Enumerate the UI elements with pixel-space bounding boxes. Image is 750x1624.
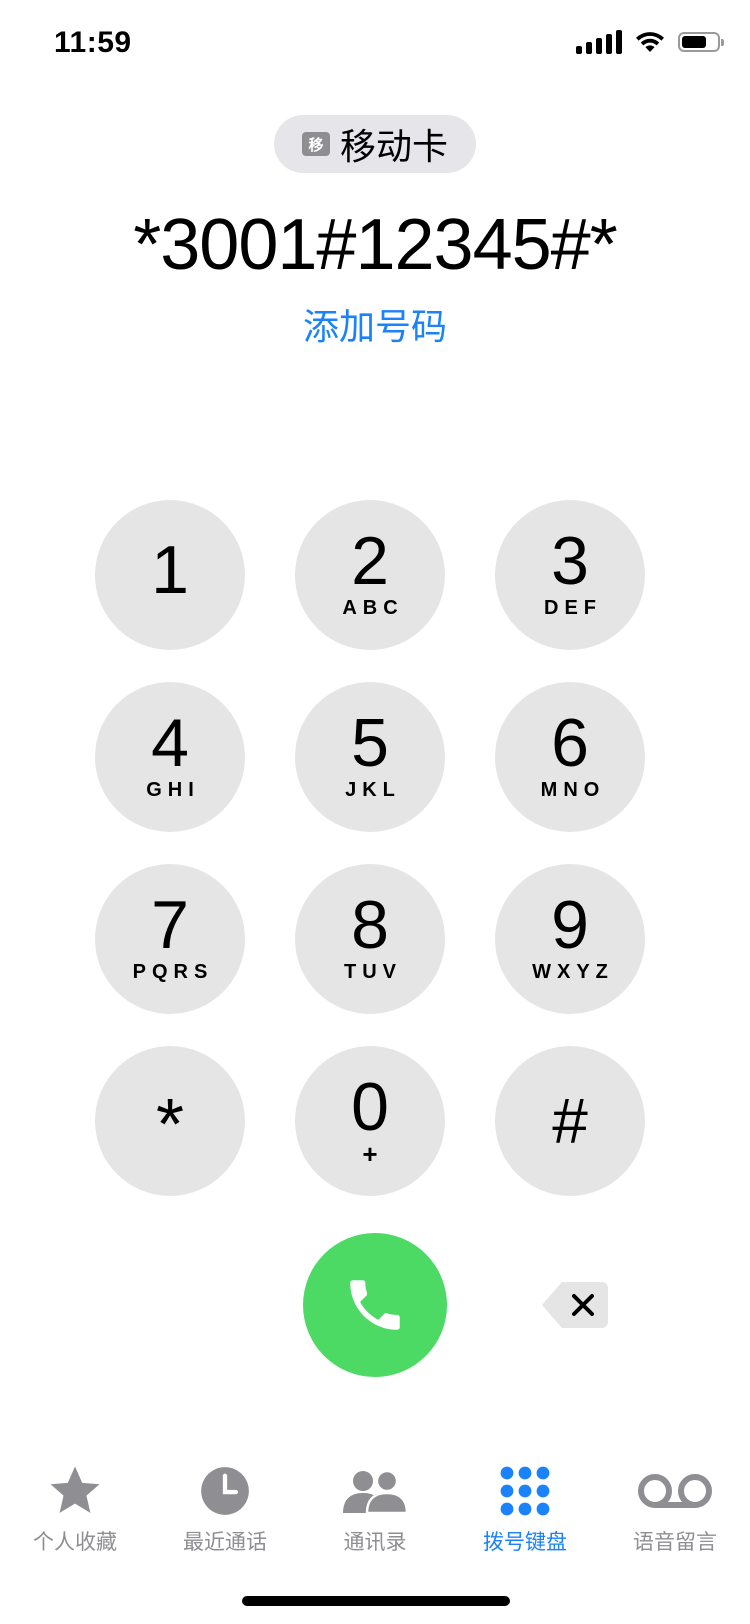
key-letters: WXYZ bbox=[532, 961, 614, 983]
key-4[interactable]: 4 GHI bbox=[95, 682, 245, 832]
key-digit: 2 bbox=[351, 523, 389, 599]
key-digit: 6 bbox=[551, 705, 589, 781]
key-digit: 3 bbox=[551, 523, 589, 599]
key-letters: JKL bbox=[345, 779, 401, 801]
keypad-icon bbox=[500, 1466, 550, 1516]
voicemail-icon bbox=[638, 1474, 712, 1508]
key-letters: + bbox=[362, 1139, 378, 1169]
star-icon bbox=[50, 1466, 100, 1513]
key-digit: 1 bbox=[151, 532, 189, 608]
status-icons bbox=[576, 30, 724, 54]
sim-label: 移动卡 bbox=[339, 126, 448, 167]
dialed-number: *3001#12345#* bbox=[133, 205, 618, 285]
key-5[interactable]: 5 JKL bbox=[295, 682, 445, 832]
phone-dialer-screen: 11:59 移 移动卡 *3001#12345#* 添加号码 1 2 ABC 3… bbox=[0, 0, 750, 1624]
tab-label: 拨号键盘 bbox=[483, 1531, 567, 1554]
key-letters: MNO bbox=[540, 779, 606, 801]
home-indicator[interactable] bbox=[242, 1596, 510, 1606]
key-digit: * bbox=[155, 1085, 185, 1165]
contacts-icon bbox=[343, 1469, 409, 1515]
tab-label: 语音留言 bbox=[633, 1531, 717, 1554]
sim-selector[interactable]: 移 移动卡 bbox=[274, 115, 476, 173]
key-letters: ABC bbox=[342, 597, 404, 619]
key-digit: 0 bbox=[351, 1069, 389, 1145]
add-number-link[interactable]: 添加号码 bbox=[0, 298, 750, 350]
key-letters: TUV bbox=[344, 961, 402, 983]
key-7[interactable]: 7 PQRS bbox=[95, 864, 245, 1014]
tab-label: 个人收藏 bbox=[33, 1531, 117, 1554]
key-8[interactable]: 8 TUV bbox=[295, 864, 445, 1014]
cellular-signal-icon bbox=[576, 30, 622, 54]
key-letters: GHI bbox=[146, 779, 200, 801]
key-2[interactable]: 2 ABC bbox=[295, 500, 445, 650]
key-9[interactable]: 9 WXYZ bbox=[495, 864, 645, 1014]
delete-button[interactable] bbox=[540, 1280, 610, 1330]
tab-bar: 个人收藏 最近通话 通讯录 拨号键盘 语音留言 bbox=[0, 1460, 750, 1570]
key-letters: DEF bbox=[544, 597, 602, 619]
battery-icon bbox=[678, 32, 724, 52]
key-6[interactable]: 6 MNO bbox=[495, 682, 645, 832]
key-0[interactable]: 0 + bbox=[295, 1046, 445, 1196]
key-digit: # bbox=[552, 1085, 588, 1157]
tab-keypad[interactable]: 拨号键盘 bbox=[450, 1460, 600, 1570]
key-digit: 5 bbox=[351, 705, 389, 781]
key-hash[interactable]: # bbox=[495, 1046, 645, 1196]
phone-icon bbox=[350, 1280, 400, 1330]
backspace-icon bbox=[542, 1282, 608, 1328]
tab-label: 通讯录 bbox=[343, 1531, 407, 1554]
status-time: 11:59 bbox=[54, 26, 132, 59]
key-digit: 9 bbox=[551, 887, 589, 963]
key-letters: PQRS bbox=[132, 961, 214, 983]
status-bar: 11:59 bbox=[0, 0, 750, 90]
key-digit: 7 bbox=[151, 887, 189, 963]
tab-voicemail[interactable]: 语音留言 bbox=[600, 1460, 750, 1570]
key-star[interactable]: * bbox=[95, 1046, 245, 1196]
key-3[interactable]: 3 DEF bbox=[495, 500, 645, 650]
tab-favorites[interactable]: 个人收藏 bbox=[0, 1460, 150, 1570]
key-digit: 4 bbox=[151, 705, 189, 781]
wifi-icon bbox=[636, 32, 664, 52]
call-button[interactable] bbox=[303, 1233, 447, 1377]
tab-label: 最近通话 bbox=[183, 1531, 267, 1554]
tab-contacts[interactable]: 通讯录 bbox=[300, 1460, 450, 1570]
battery-fill bbox=[682, 36, 706, 48]
sim-badge: 移 bbox=[301, 132, 330, 156]
key-1[interactable]: 1 bbox=[95, 500, 245, 650]
key-digit: 8 bbox=[351, 887, 389, 963]
tab-recents[interactable]: 最近通话 bbox=[150, 1460, 300, 1570]
clock-icon bbox=[201, 1467, 249, 1515]
